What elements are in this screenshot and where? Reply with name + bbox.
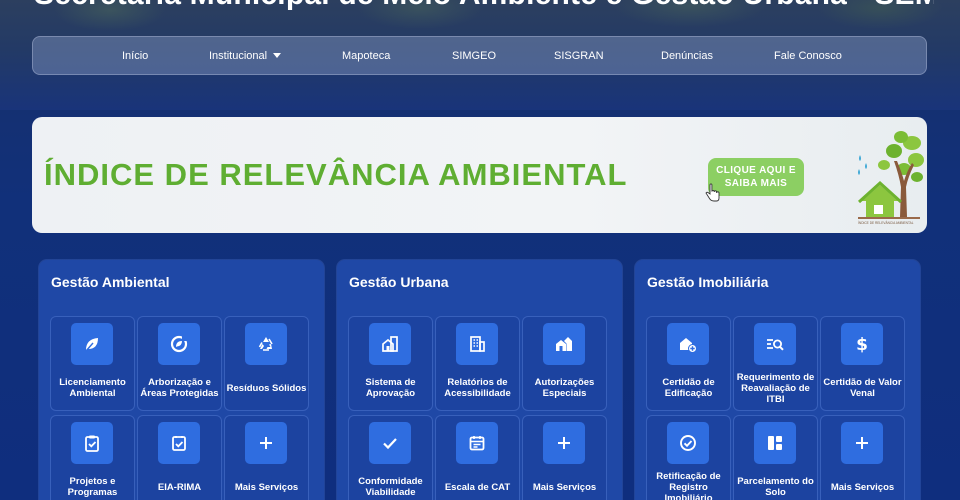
dollar-icon: $ (856, 335, 868, 354)
banner-title: ÍNDICE DE RELEVÂNCIA AMBIENTAL (44, 157, 628, 192)
main-navbar: Início Institucional Mapoteca SIMGEO SIS… (32, 36, 927, 75)
nav-item-fale-conosco[interactable]: Fale Conosco (774, 37, 842, 76)
tile-label: Projetos e Programas (67, 476, 118, 498)
relevancia-logo-icon: ÍNDICE DE RELEVÂNCIA AMBIENTAL (857, 131, 924, 225)
tile-label: Requerimento de Reavaliação de ITBI (736, 371, 815, 405)
card-title: Gestão Imobiliária (647, 274, 769, 290)
nav-item-inicio[interactable]: Início (122, 37, 148, 76)
tile-reavaliacao-itbi[interactable]: Requerimento de Reavaliação de ITBI (733, 316, 818, 411)
banner-cta-line2: SAIBA MAIS (724, 178, 788, 189)
tile-licenciamento-ambiental[interactable]: Licenciamento Ambiental (50, 316, 135, 411)
pointer-hand-icon (705, 183, 720, 202)
house-plus-icon (680, 338, 697, 353)
nav-item-sisgran[interactable]: SISGRAN (554, 37, 604, 76)
clipboard-check-icon (85, 435, 99, 452)
tile-relatorios-acessibilidade[interactable]: Relatórios de Acessibilidade (435, 316, 520, 411)
tile-label: Conformidade Viabilidade (358, 476, 423, 498)
building-icon (470, 336, 485, 352)
tile-label: Mais Serviços (830, 481, 895, 493)
tile-mais-servicos-ambiental[interactable]: Mais Serviços (224, 415, 309, 500)
houses-icon (556, 337, 572, 351)
card-gestao-ambiental: Gestão Ambiental Licenciamento Ambiental… (39, 260, 324, 500)
nav-item-denuncias[interactable]: Denúncias (661, 37, 713, 76)
recycle-icon (258, 337, 273, 351)
tile-mais-servicos-imobiliaria[interactable]: Mais Serviços (820, 415, 905, 500)
banner-cta-line1: CLIQUE AQUI E (716, 165, 796, 176)
card-title: Gestão Ambiental (51, 274, 170, 290)
eco-badge-icon (170, 335, 188, 353)
tile-eia-rima[interactable]: EIA-RIMA (137, 415, 222, 500)
tile-label: Licenciamento Ambiental (59, 377, 126, 399)
tile-mais-servicos-urbana[interactable]: Mais Serviços (522, 415, 607, 500)
logo-caption: ÍNDICE DE RELEVÂNCIA AMBIENTAL (858, 221, 914, 225)
tile-certidao-edificacao[interactable]: Certidão de Edificação (646, 316, 731, 411)
nav-item-institucional[interactable]: Institucional (209, 37, 282, 76)
check-square-icon (172, 436, 186, 451)
svg-text:$: $ (856, 335, 868, 354)
nav-item-mapoteca[interactable]: Mapoteca (342, 37, 390, 76)
tile-label: Certidão de Edificação (662, 377, 715, 399)
nav-item-institucional-label: Institucional (209, 50, 268, 62)
caret-down-icon (273, 52, 282, 58)
tile-projetos-programas[interactable]: Projetos e Programas (50, 415, 135, 500)
tile-label: Relatórios de Acessibilidade (444, 377, 511, 399)
tile-label: Arborização e Áreas Protegidas (140, 377, 219, 399)
tile-escala-cat[interactable]: Escala de CAT (435, 415, 520, 500)
tile-residuos-solidos[interactable]: Resíduos Sólidos (224, 316, 309, 411)
list-search-icon (767, 339, 784, 351)
plus-icon (260, 437, 272, 449)
relevancia-ambiental-banner[interactable]: ÍNDICE DE RELEVÂNCIA AMBIENTAL CLIQUE AQ… (32, 117, 927, 233)
tile-label: Autorizações Especiais (534, 377, 595, 399)
leaf-icon (85, 338, 98, 352)
tile-conformidade-viabilidade[interactable]: Conformidade Viabilidade (348, 415, 433, 500)
tile-label: Escala de CAT (444, 481, 511, 493)
tile-label: EIA-RIMA (157, 481, 202, 493)
tile-label: Mais Serviços (234, 481, 299, 493)
layout-icon (768, 436, 782, 450)
site-title: Secretaria Municipal de Meio Ambiente e … (34, 0, 934, 12)
tile-autorizacoes-especiais[interactable]: Autorizações Especiais (522, 316, 607, 411)
tile-parcelamento-solo[interactable]: Parcelamento do Solo (733, 415, 818, 500)
card-title: Gestão Urbana (349, 274, 449, 290)
tile-label: Mais Serviços (532, 481, 597, 493)
plus-icon (856, 437, 868, 449)
tile-label: Certidão de Valor Venal (823, 377, 902, 399)
tile-sistema-aprovacao[interactable]: Sistema de Aprovação (348, 316, 433, 411)
card-gestao-imobiliaria: Gestão Imobiliária Certidão de Edificaçã… (635, 260, 920, 500)
check-circle-icon (680, 435, 696, 451)
tile-label: Retificação de Registro Imobiliário (656, 470, 721, 500)
nav-item-simgeo[interactable]: SIMGEO (452, 37, 496, 76)
calendar-icon (469, 436, 485, 451)
house-building-icon (382, 336, 398, 352)
check-icon (383, 438, 397, 450)
card-gestao-urbana: Gestão Urbana Sistema de Aprovação Relat… (337, 260, 622, 500)
tile-label: Sistema de Aprovação (365, 377, 416, 399)
tile-label: Resíduos Sólidos (226, 382, 307, 394)
plus-icon (558, 437, 570, 449)
tile-retificacao-registro[interactable]: Retificação de Registro Imobiliário (646, 415, 731, 500)
banner-cta-button[interactable]: CLIQUE AQUI E SAIBA MAIS (708, 158, 804, 196)
tile-certidao-valor-venal[interactable]: $ Certidão de Valor Venal (820, 316, 905, 411)
tile-label: Parcelamento do Solo (737, 476, 814, 498)
tile-arborizacao[interactable]: Arborização e Áreas Protegidas (137, 316, 222, 411)
